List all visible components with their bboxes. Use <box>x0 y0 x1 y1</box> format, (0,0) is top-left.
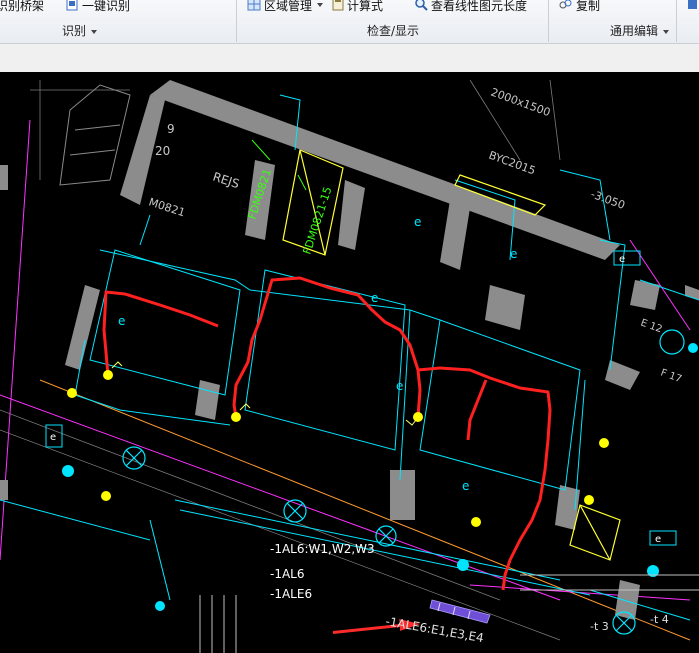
calculator-icon <box>332 0 344 14</box>
area-management-button[interactable]: 区域管理 <box>247 0 324 14</box>
copy-button[interactable]: 复制 <box>558 0 600 14</box>
door-tag-label: REJS <box>211 170 241 192</box>
wiring-label: -1ALE6 <box>270 587 312 601</box>
outlet-boxes <box>45 250 677 546</box>
edit-button-partial[interactable] <box>686 0 699 14</box>
magnifier-icon <box>414 0 428 14</box>
outlet-e-label: e <box>396 379 403 393</box>
chevron-down-icon <box>91 29 98 34</box>
cable-tray-segment <box>429 599 491 624</box>
edit-icon <box>686 0 699 14</box>
outlet-box-label: e <box>655 534 661 545</box>
copy-label: 复制 <box>576 0 601 13</box>
identify-group-text: 识别 <box>62 24 87 38</box>
toolbar-gap <box>0 44 699 72</box>
general-edit-group-text: 通用编辑 <box>610 24 659 38</box>
group-divider <box>676 0 677 42</box>
one-click-identify-label: 一键识别 <box>82 0 131 13</box>
stair-tag-label: -t 3 <box>590 620 609 633</box>
grid-number-label: 9 <box>167 122 175 136</box>
fixture-tag-label: E 12 <box>639 317 664 335</box>
outlet-e-label: e <box>510 247 517 261</box>
outlet-e-label: e <box>414 215 421 229</box>
one-click-identify-button[interactable]: 一键识别 <box>66 0 130 14</box>
identify-tray-label: 识别桥架 <box>0 0 45 13</box>
group-divider <box>548 0 549 42</box>
area-management-label: 区域管理 <box>264 0 313 13</box>
fixture-tag-label: F 17 <box>659 367 683 385</box>
check-display-group-label: 检查/显示 <box>367 22 419 39</box>
car-sketch <box>59 84 131 186</box>
fire-door-label: FDM0821-15 <box>300 185 334 256</box>
identify-group-label[interactable]: 识别 <box>62 22 98 39</box>
outlet-e-label: e <box>371 291 378 305</box>
formula-label: 计算式 <box>347 0 384 13</box>
light-fixtures <box>67 370 609 527</box>
document-icon <box>66 0 79 14</box>
identify-tray-button[interactable]: 识别桥架 <box>0 0 44 14</box>
outlet-box-label: e <box>619 254 625 265</box>
formula-button[interactable]: 计算式 <box>332 0 383 14</box>
outlet-e-label: e <box>462 479 469 493</box>
wiring-label: -1AL6 <box>270 567 305 581</box>
outlet-e-label: e <box>118 314 125 328</box>
cad-drawing-canvas[interactable]: 2000x1500 BYC2015 -3.050 9 20 REJS M0821… <box>0 72 699 653</box>
stair-tag-label: -t 4 <box>650 613 669 626</box>
view-linear-length-button[interactable]: 查看线性图元长度 <box>414 0 527 14</box>
door-code-label: M0821 <box>147 195 187 219</box>
wiring-label: -1AL6:W1,W2,W3 <box>270 542 375 556</box>
chevron-down-icon <box>317 3 324 7</box>
background-lines <box>0 79 561 641</box>
check-display-group-text: 检查/显示 <box>367 24 420 38</box>
grid-number-label: 20 <box>155 144 170 158</box>
ribbon-toolbar: 识别桥架 一键识别 区域管理 计算式 查看线性图元长度 复制 识别 检查/显示 … <box>0 0 699 44</box>
cyan-filled-fixtures <box>62 343 698 611</box>
dim-label: 2000x1500 <box>489 86 552 120</box>
group-divider <box>236 0 237 42</box>
floor-plan-drawing: 2000x1500 BYC2015 -3.050 9 20 REJS M0821… <box>0 79 699 653</box>
copy-icon <box>558 0 573 14</box>
general-edit-group-label[interactable]: 通用编辑 <box>610 22 670 39</box>
area-grid-icon <box>247 0 261 14</box>
chevron-down-icon <box>663 29 670 34</box>
outlet-box-label: e <box>50 432 56 443</box>
elevation-label: -3.050 <box>589 188 627 212</box>
byc-label: BYC2015 <box>487 149 537 178</box>
view-linear-length-label: 查看线性图元长度 <box>431 0 528 13</box>
